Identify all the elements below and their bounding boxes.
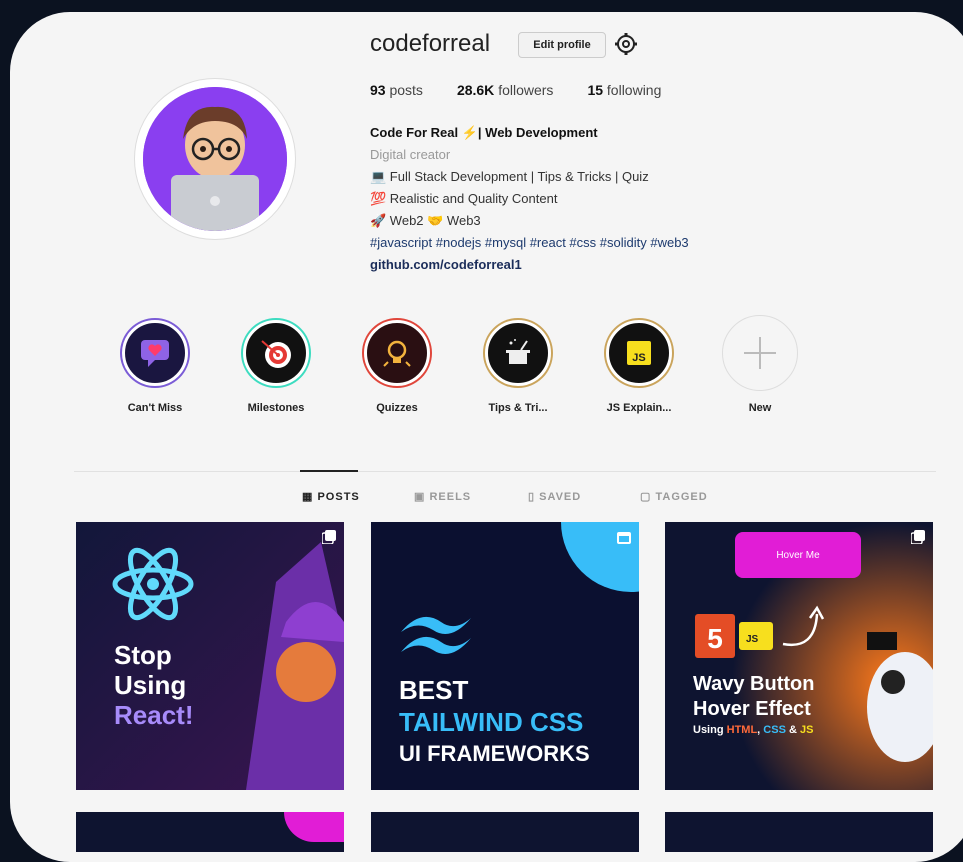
- post-line: Using: [114, 670, 187, 700]
- carousel-icon: [322, 530, 336, 544]
- lightbulb-icon: [364, 320, 430, 386]
- bio-line-2: 💯 Realistic and Quality Content: [370, 191, 558, 206]
- reels-icon: ▣: [414, 491, 426, 503]
- post-line: Hover Effect: [693, 698, 811, 720]
- highlight-tips-tricks[interactable]: Tips & Tri...: [473, 320, 563, 414]
- tag-icon: ▢: [640, 491, 652, 503]
- tab-posts[interactable]: ▦ POSTS: [302, 490, 360, 503]
- post-tile-stop-using-react[interactable]: Stop Using React!: [76, 522, 344, 790]
- highlight-milestones[interactable]: Milestones: [231, 320, 321, 414]
- followers-count: 28.6K: [456, 82, 495, 98]
- post-caption: Stop Using React!: [114, 640, 193, 730]
- tab-reels[interactable]: ▣ REELS: [414, 490, 471, 503]
- highlight-label: New: [748, 402, 772, 414]
- post-text: Using: [693, 724, 727, 736]
- target-icon: [243, 320, 309, 386]
- bio-line-3: 🚀 Web2 🤝 Web3: [370, 213, 481, 228]
- bio-name: Code For Real ⚡| Web Development: [370, 125, 598, 140]
- post-line-small: Using HTML, CSS & JS: [693, 722, 814, 738]
- bookmark-icon: ▯: [528, 491, 536, 503]
- highlight-label: Tips & Tri...: [488, 402, 548, 414]
- chat-heart-icon: [122, 320, 188, 386]
- highlight-cant-miss[interactable]: Can't Miss: [110, 320, 200, 414]
- svg-text:JS: JS: [632, 352, 645, 364]
- tab-label: POSTS: [317, 491, 360, 503]
- carousel-icon: [911, 530, 925, 544]
- posts-stat[interactable]: 93 posts: [370, 82, 423, 98]
- profile-username: codeforreal: [370, 30, 491, 57]
- post-decor: [284, 812, 344, 842]
- post-tile-partial[interactable]: [665, 812, 933, 852]
- post-caption: Wavy Button Hover Effect Using HTML, CSS…: [693, 672, 814, 738]
- highlight-label: Quizzes: [376, 402, 418, 414]
- post-tile-best-tailwind[interactable]: BEST TAILWIND CSS UI FRAMEWORKS: [371, 522, 639, 790]
- highlight-label: JS Explain...: [606, 402, 672, 414]
- tab-label: SAVED: [539, 491, 582, 503]
- post-line: UI FRAMEWORKS: [399, 741, 590, 766]
- js-badge-text: JS: [746, 634, 759, 645]
- followers-stat[interactable]: 28.6K followers: [457, 82, 554, 98]
- profile-stats: 93 posts 28.6K followers 15 following: [370, 82, 661, 98]
- bio-hashtags[interactable]: #javascript #nodejs #mysql #react #css #…: [370, 232, 689, 254]
- post-line-highlight: TAILWIND CSS: [399, 707, 584, 737]
- highlight-js-explain[interactable]: JS JS Explain...: [594, 320, 684, 414]
- post-text-css: CSS: [763, 724, 786, 736]
- posts-count: 93: [370, 82, 386, 98]
- bio-line-1: 💻 Full Stack Development | Tips & Tricks…: [370, 169, 649, 184]
- calendar-icon: [617, 532, 631, 544]
- plus-icon: [722, 315, 798, 391]
- tab-tagged[interactable]: ▢ TAGGED: [640, 490, 708, 503]
- highlight-label: Milestones: [247, 402, 305, 414]
- profile-card: codeforreal Edit profile 93 posts 28.6K …: [10, 12, 963, 862]
- highlight-new[interactable]: New: [715, 315, 805, 414]
- post-line: BEST: [399, 675, 469, 705]
- profile-bio: Code For Real ⚡| Web Development Digital…: [370, 122, 689, 276]
- tab-label: REELS: [429, 491, 472, 503]
- tab-label: TAGGED: [655, 491, 708, 503]
- post-text: &: [785, 724, 800, 736]
- followers-label: followers: [498, 82, 554, 98]
- post-line: Wavy Button: [693, 673, 815, 695]
- magic-hat-icon: [485, 320, 551, 386]
- post-text-js: JS: [799, 724, 814, 736]
- post-line: Stop: [114, 640, 172, 670]
- bio-category: Digital creator: [370, 147, 451, 162]
- gear-icon[interactable]: [614, 32, 638, 56]
- following-label: following: [606, 82, 662, 98]
- grid-icon: ▦: [302, 491, 314, 503]
- svg-text:5: 5: [707, 623, 723, 654]
- bio-link[interactable]: github.com/codeforreal1: [370, 254, 689, 276]
- posts-label: posts: [389, 82, 423, 98]
- post-tile-partial[interactable]: [371, 812, 639, 852]
- tabs-divider: [74, 471, 936, 472]
- following-stat[interactable]: 15 following: [587, 82, 661, 98]
- hover-me-button-preview: Hover Me: [735, 532, 861, 578]
- profile-avatar[interactable]: [134, 78, 296, 240]
- active-tab-indicator: [300, 470, 358, 472]
- post-text-html: HTML: [726, 724, 758, 736]
- highlight-quizzes[interactable]: Quizzes: [352, 320, 442, 414]
- avatar-memoji-image: [143, 87, 287, 231]
- edit-profile-button[interactable]: Edit profile: [518, 32, 606, 58]
- following-count: 15: [587, 82, 604, 98]
- post-caption: BEST TAILWIND CSS UI FRAMEWORKS: [399, 674, 590, 770]
- highlight-label: Can't Miss: [127, 402, 183, 414]
- js-badge-icon: JS: [606, 320, 672, 386]
- post-line-highlight: React!: [114, 700, 194, 730]
- tab-saved[interactable]: ▯ SAVED: [528, 490, 581, 503]
- post-tile-wavy-button[interactable]: 5 Hover Me JS Wavy Button Hover Effect U…: [665, 522, 933, 790]
- post-tile-partial[interactable]: [76, 812, 344, 852]
